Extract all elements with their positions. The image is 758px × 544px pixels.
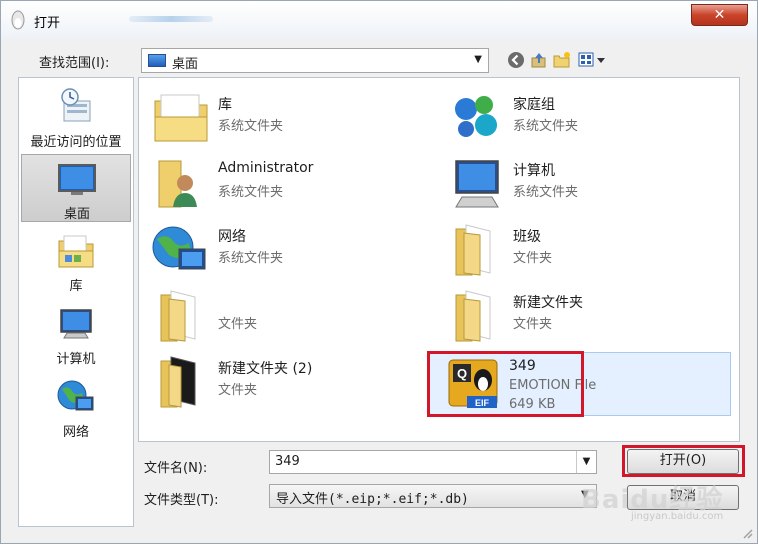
folder-icon (455, 224, 491, 276)
file-type-label: 文件类型(T): (144, 493, 219, 508)
file-type: 文件夹 (513, 317, 553, 332)
new-folder-icon[interactable] (553, 51, 571, 69)
folder-icon (455, 290, 491, 342)
file-item-homegroup[interactable]: 家庭组 系统文件夹 (440, 85, 730, 147)
places-sidebar: 最近访问的位置 桌面 库 计算机 网络 (18, 77, 134, 527)
chevron-down-icon[interactable]: ▼ (576, 451, 596, 473)
annotation-box-file (427, 351, 584, 417)
annotation-box-open (622, 445, 745, 477)
network-icon (57, 380, 94, 411)
folder-icon (160, 290, 196, 342)
network-icon (152, 226, 206, 270)
resize-grip-icon[interactable] (741, 527, 753, 539)
desktop-icon (148, 54, 166, 67)
file-type: 文件夹 (218, 317, 258, 332)
sidebar-item-label: 桌面 (63, 207, 90, 222)
open-file-dialog: 打开 ✕ 查找范围(I): 桌面 ▼ 最近访问的位置 桌面 库 计算机 网络 库… (0, 0, 758, 544)
file-type: 系统文件夹 (513, 119, 579, 134)
look-in-label: 查找范围(I): (39, 56, 110, 71)
look-in-dropdown[interactable]: 桌面 ▼ (141, 48, 489, 73)
close-button[interactable]: ✕ (691, 4, 748, 26)
file-name-input[interactable]: 349 (269, 450, 597, 474)
title-bar: 打开 ✕ (1, 1, 757, 39)
file-name: 计算机 (513, 163, 555, 179)
view-menu-icon[interactable] (578, 51, 606, 69)
file-item-library[interactable]: 库 系统文件夹 (145, 85, 435, 147)
file-type: 系统文件夹 (218, 251, 284, 266)
sidebar-item-label: 库 (69, 279, 83, 294)
sidebar-item-label: 最近访问的位置 (30, 135, 122, 150)
window-title: 打开 (34, 16, 61, 31)
file-name-label: 文件名(N): (144, 461, 208, 476)
file-type: 系统文件夹 (218, 185, 284, 200)
file-item-new-folder[interactable]: 新建文件夹 文件夹 (440, 283, 730, 345)
sidebar-item-recent-places[interactable]: 最近访问的位置 (21, 83, 131, 151)
file-type: 系统文件夹 (218, 119, 284, 134)
sidebar-item-library[interactable]: 库 (21, 227, 131, 295)
file-item-administrator[interactable]: Administrator 系统文件夹 (145, 151, 435, 213)
up-folder-icon[interactable] (530, 51, 548, 69)
file-item-new-folder-2[interactable]: 新建文件夹 (2) 文件夹 (145, 349, 435, 411)
recent-places-icon (61, 88, 91, 122)
file-name: 网络 (218, 229, 246, 245)
computer-icon (455, 160, 499, 208)
back-icon[interactable] (507, 51, 525, 69)
file-item-class-folder[interactable]: 班级 文件夹 (440, 217, 730, 279)
file-name: 班级 (513, 229, 541, 245)
file-name: Administrator (218, 160, 314, 176)
look-in-value: 桌面 (172, 57, 199, 72)
library-folder-icon (154, 94, 208, 142)
sidebar-item-label: 网络 (62, 425, 89, 440)
file-type: 系统文件夹 (513, 185, 579, 200)
file-name: 新建文件夹 (513, 295, 583, 311)
file-item-network[interactable]: 网络 系统文件夹 (145, 217, 435, 279)
blurred-title-detail (129, 16, 213, 22)
file-type-dropdown[interactable]: 导入文件(*.eip;*.eif;*.db) (269, 484, 597, 508)
sidebar-item-network[interactable]: 网络 (21, 373, 131, 441)
computer-icon (60, 309, 92, 339)
file-name: 新建文件夹 (2) (218, 361, 313, 377)
file-name: 家庭组 (513, 97, 555, 113)
sidebar-item-label: 计算机 (56, 352, 96, 367)
chevron-down-icon: ▼ (474, 54, 482, 65)
homegroup-icon (455, 96, 497, 137)
file-type: 文件夹 (513, 251, 553, 266)
folder-icon (160, 356, 196, 408)
file-item-unnamed-folder[interactable]: 文件夹 (145, 283, 435, 345)
file-name: 库 (218, 97, 232, 113)
file-type: 文件夹 (218, 383, 258, 398)
file-item-computer[interactable]: 计算机 系统文件夹 (440, 151, 730, 213)
qq-penguin-icon (11, 10, 25, 30)
sidebar-item-desktop[interactable]: 桌面 (21, 154, 131, 222)
library-icon (58, 235, 94, 268)
sidebar-item-computer[interactable]: 计算机 (21, 300, 131, 368)
desktop-icon (58, 164, 96, 195)
baidu-watermark-url: jingyan.baidu.com (631, 511, 724, 522)
user-folder-icon (158, 160, 197, 208)
